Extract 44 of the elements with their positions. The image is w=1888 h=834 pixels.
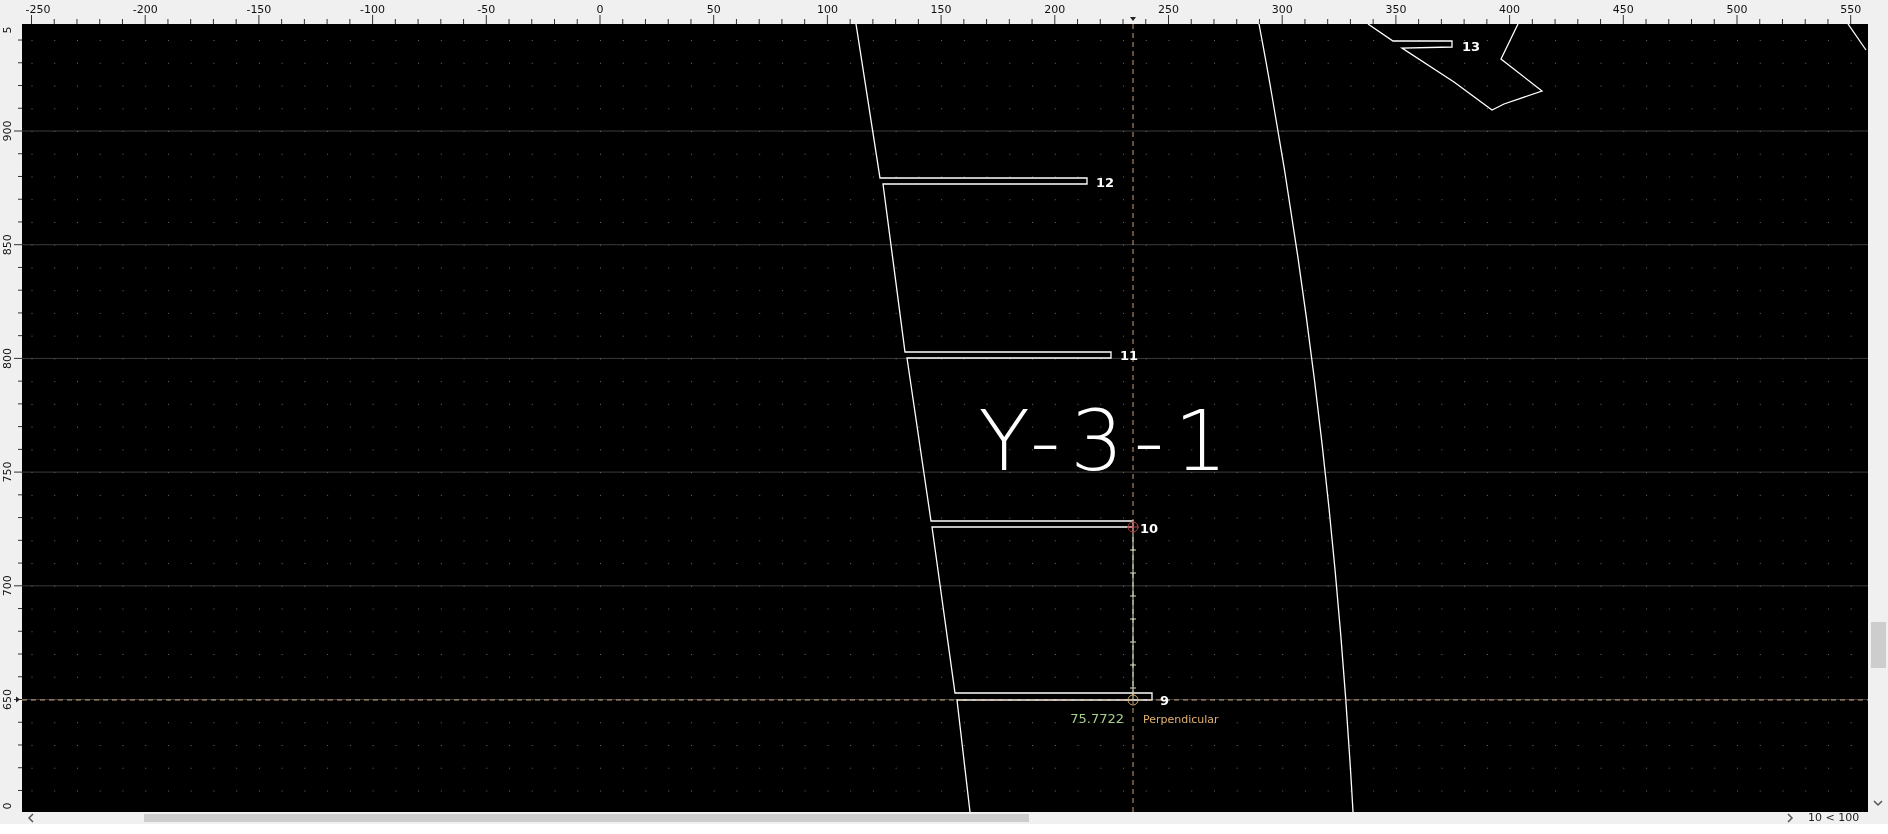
ruler-label: 650 (1, 689, 14, 710)
ruler-label: -200 (132, 3, 158, 16)
ruler-label: 350 (1385, 3, 1407, 16)
edge-line (1847, 24, 1867, 51)
ruler-label: 0 (1, 802, 14, 810)
measurement-value: 75.7722 (1070, 711, 1124, 726)
ruler-label: 200 (1044, 3, 1066, 16)
ruler-label: 300 (1271, 3, 1293, 16)
ruler-label: 850 (1, 234, 14, 256)
ruler-label: -100 (360, 3, 386, 16)
scrollbar-thumb[interactable] (1871, 622, 1886, 668)
point-label: 11 (1120, 348, 1139, 363)
ruler-label: 900 (1, 120, 14, 142)
ruler-label: -50 (477, 3, 496, 16)
ruler-label: 150 (930, 3, 952, 16)
point-label: 9 (1160, 693, 1170, 708)
ruler-label: 400 (1499, 3, 1521, 16)
ruler-label: 100 (816, 3, 838, 16)
crosshair-icon (1126, 520, 1140, 534)
point-label: 12 (1096, 175, 1115, 190)
cursor-marker-icon (1130, 17, 1136, 21)
ruler-label: 450 (1612, 3, 1634, 16)
ruler-label: -150 (246, 3, 272, 16)
point-label: 10 (1140, 521, 1159, 536)
point-label: 13 (1462, 39, 1481, 54)
block-label: Y-3-1 (978, 392, 1238, 490)
snap-point-icon (1127, 694, 1139, 706)
cursor-marker-icon (16, 696, 20, 703)
ruler-label: 550 (1840, 3, 1862, 16)
scrollbar-thumb[interactable] (144, 814, 1029, 822)
scroll-down-icon[interactable] (1873, 800, 1883, 807)
ruler-label: 0 (596, 3, 604, 16)
snap-mode-label: Perpendicular (1143, 713, 1219, 726)
scroll-left-icon[interactable] (27, 813, 34, 823)
scroll-right-icon[interactable] (1787, 813, 1794, 823)
ruler-label: 5 (1, 26, 14, 34)
ruler-label: 500 (1726, 3, 1748, 16)
ruler-label: 700 (1, 575, 14, 597)
ruler-label: 50 (706, 3, 721, 16)
zoom-status: 10 < 100 (1808, 812, 1860, 824)
ruler-label: -250 (25, 3, 51, 16)
ruler-label: 800 (1, 347, 14, 369)
ruler-label: 250 (1158, 3, 1179, 16)
ruler-label: 750 (1, 461, 14, 483)
